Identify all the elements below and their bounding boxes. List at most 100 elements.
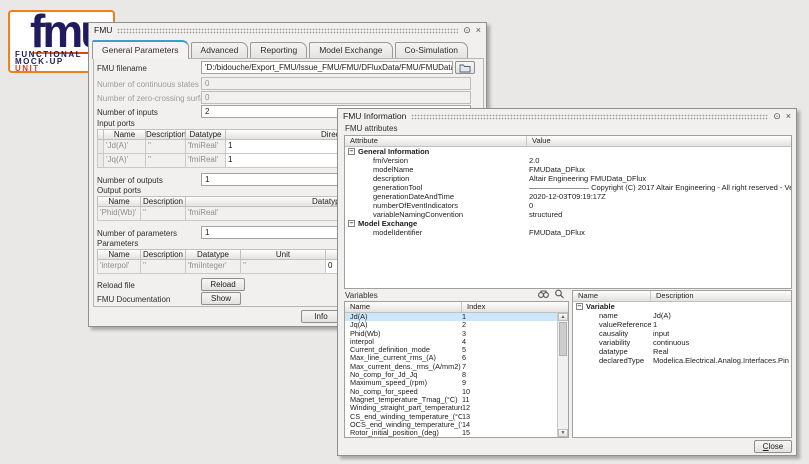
variable-index: 6 — [462, 354, 557, 362]
float-icon[interactable]: ⊙ — [463, 25, 471, 35]
tree-row[interactable]: valueReference1 — [573, 320, 791, 329]
variable-index: 1 — [462, 313, 557, 321]
show-button[interactable]: Show — [201, 292, 241, 305]
close-icon[interactable]: × — [786, 111, 791, 121]
reload-button[interactable]: Reload — [201, 278, 245, 291]
tab-co-simulation[interactable]: Co-Simulation — [395, 42, 468, 58]
tree-group-row[interactable]: –General Information — [345, 147, 791, 156]
column-header: Description — [141, 196, 186, 207]
table-cell: '' — [141, 260, 186, 274]
variable-index: 10 — [462, 388, 557, 396]
fmu-dialog-titlebar[interactable]: FMU ⊙ × — [89, 23, 486, 37]
tree-item-value: 0 — [527, 201, 791, 210]
variable-row[interactable]: Maximum_speed_(rpm)9 — [345, 379, 557, 387]
tree-item-value: FMUData_DFlux — [527, 165, 791, 174]
variable-row[interactable]: No_comp_for_Jd_Jq8 — [345, 371, 557, 379]
fmu-attributes-label: FMU attributes — [345, 124, 397, 133]
tab-model-exchange[interactable]: Model Exchange — [309, 42, 392, 58]
variable-index: 5 — [462, 346, 557, 354]
tree-row[interactable]: numberOfEventIndicators0 — [345, 201, 791, 210]
browse-button[interactable] — [455, 61, 475, 74]
table-cell: 'fmiInteger' — [186, 260, 241, 274]
column-header-name[interactable]: Name — [345, 302, 462, 312]
variables-table: Name Index Jd(A)1Jq(A)2Phid(Wb)3interpol… — [344, 301, 569, 438]
tree-row[interactable]: datatypeReal — [573, 347, 791, 356]
tree-row[interactable]: generationDateAndTime2020-12-03T09:19:17… — [345, 192, 791, 201]
variable-row[interactable]: interpol4 — [345, 338, 557, 346]
tree-item-label: description — [373, 174, 409, 183]
table-cell: '' — [141, 207, 186, 221]
column-header-description[interactable]: Description — [651, 291, 791, 301]
variable-row[interactable]: Max_current_dens._rms_(A/mm2)7 — [345, 363, 557, 371]
variable-name: Maximum_speed_(rpm) — [345, 379, 462, 387]
variable-row[interactable]: No_comp_for_speed10 — [345, 388, 557, 396]
variable-row[interactable]: Rotor_initial_position_(deg)15 — [345, 429, 557, 437]
tree-row[interactable]: declaredTypeModelica.Electrical.Analog.I… — [573, 356, 791, 365]
table-cell: 'fmiReal' — [186, 154, 226, 168]
variable-row[interactable]: OCS_end_winding_temperature_(°C)14 — [345, 421, 557, 429]
expander-icon[interactable]: – — [348, 148, 355, 155]
variable-index: 3 — [462, 330, 557, 338]
fmu-information-dialog: FMU Information ⊙ × FMU attributes Attri… — [337, 108, 797, 456]
table-cell: '' — [146, 154, 186, 168]
tree-item-label: causality — [599, 329, 628, 338]
tree-group-row[interactable]: –Model Exchange — [345, 219, 791, 228]
attributes-header-row: Attribute Value — [345, 136, 791, 147]
tree-row[interactable]: variabilitycontinuous — [573, 338, 791, 347]
close-icon[interactable]: × — [476, 25, 481, 35]
column-header-index[interactable]: Index — [462, 302, 568, 312]
variable-index: 15 — [462, 429, 557, 437]
magnifier-icon[interactable] — [554, 289, 565, 299]
info-dialog-titlebar[interactable]: FMU Information ⊙ × — [338, 109, 796, 123]
variable-name: No_comp_for_speed — [345, 388, 462, 396]
close-button[interactable]: Close — [754, 440, 792, 453]
variable-row[interactable]: Jq(A)2 — [345, 321, 557, 329]
variable-row[interactable]: Jd(A)1 — [345, 313, 557, 321]
tab-reporting[interactable]: Reporting — [250, 42, 307, 58]
scroll-up-icon[interactable]: ▲ — [558, 313, 568, 321]
variable-row[interactable]: Phid(Wb)3 — [345, 330, 557, 338]
tree-group-row[interactable]: –Variable — [573, 302, 791, 311]
scroll-down-icon[interactable]: ▼ — [558, 429, 568, 437]
tree-item-value: Real — [651, 347, 791, 356]
tree-group-label: Model Exchange — [358, 219, 417, 228]
variable-name: Max_current_dens._rms_(A/mm2) — [345, 363, 462, 371]
tree-row[interactable]: nameJd(A) — [573, 311, 791, 320]
variable-row[interactable]: Winding_straight_part_temperature_(°C)12 — [345, 404, 557, 412]
info-button[interactable]: Info — [301, 310, 341, 323]
column-header-attribute[interactable]: Attribute — [345, 136, 527, 146]
titlebar-dots — [117, 28, 458, 34]
tree-row[interactable]: modelNameFMUData_DFlux — [345, 165, 791, 174]
continuous-states-field: 0 — [201, 77, 471, 90]
variables-scrollbar[interactable]: ▲ ▼ — [557, 313, 568, 437]
variable-index: 13 — [462, 413, 557, 421]
variable-row[interactable]: Current_definition_mode5 — [345, 346, 557, 354]
fmu-filename-label: FMU filename — [97, 64, 147, 73]
tree-row[interactable]: fmiVersion2.0 — [345, 156, 791, 165]
detail-rows: –VariablenameJd(A)valueReference1causali… — [573, 302, 791, 365]
variable-row[interactable]: Magnet_temperature_Tmag_(°C)11 — [345, 396, 557, 404]
column-header — [97, 129, 104, 140]
expander-icon[interactable]: – — [348, 220, 355, 227]
float-icon[interactable]: ⊙ — [773, 111, 781, 121]
fmu-filename-field[interactable]: 'D:/bidouche/Export_FMU/Issue_FMU/FMU/DF… — [201, 61, 453, 74]
binoculars-icon[interactable] — [538, 289, 549, 299]
variable-row[interactable]: Max_line_current_rms_(A)6 — [345, 354, 557, 362]
tree-item-value: continuous — [651, 338, 791, 347]
variable-row[interactable]: CS_end_winding_temperature_(°C)13 — [345, 413, 557, 421]
tree-row[interactable]: descriptionAltair Engineering FMUData_DF… — [345, 174, 791, 183]
tree-item-label: modelIdentifier — [373, 228, 422, 237]
tree-row[interactable]: generationTool———————— Copyright (C) 201… — [345, 183, 791, 192]
scrollbar-thumb[interactable] — [559, 322, 567, 356]
tree-item-value: FMUData_DFlux — [527, 228, 791, 237]
expander-icon[interactable]: – — [576, 303, 583, 310]
tab-advanced[interactable]: Advanced — [191, 42, 249, 58]
tree-row[interactable]: variableNamingConventionstructured — [345, 210, 791, 219]
tree-row[interactable]: causalityinput — [573, 329, 791, 338]
tab-general-parameters[interactable]: General Parameters — [92, 40, 189, 59]
column-header-name[interactable]: Name — [573, 291, 651, 301]
variable-name: Jq(A) — [345, 321, 462, 329]
output-ports-label: Output ports — [97, 186, 141, 195]
column-header-value[interactable]: Value — [527, 136, 791, 146]
tree-row[interactable]: modelIdentifier FMUData_DFlux — [345, 228, 791, 237]
